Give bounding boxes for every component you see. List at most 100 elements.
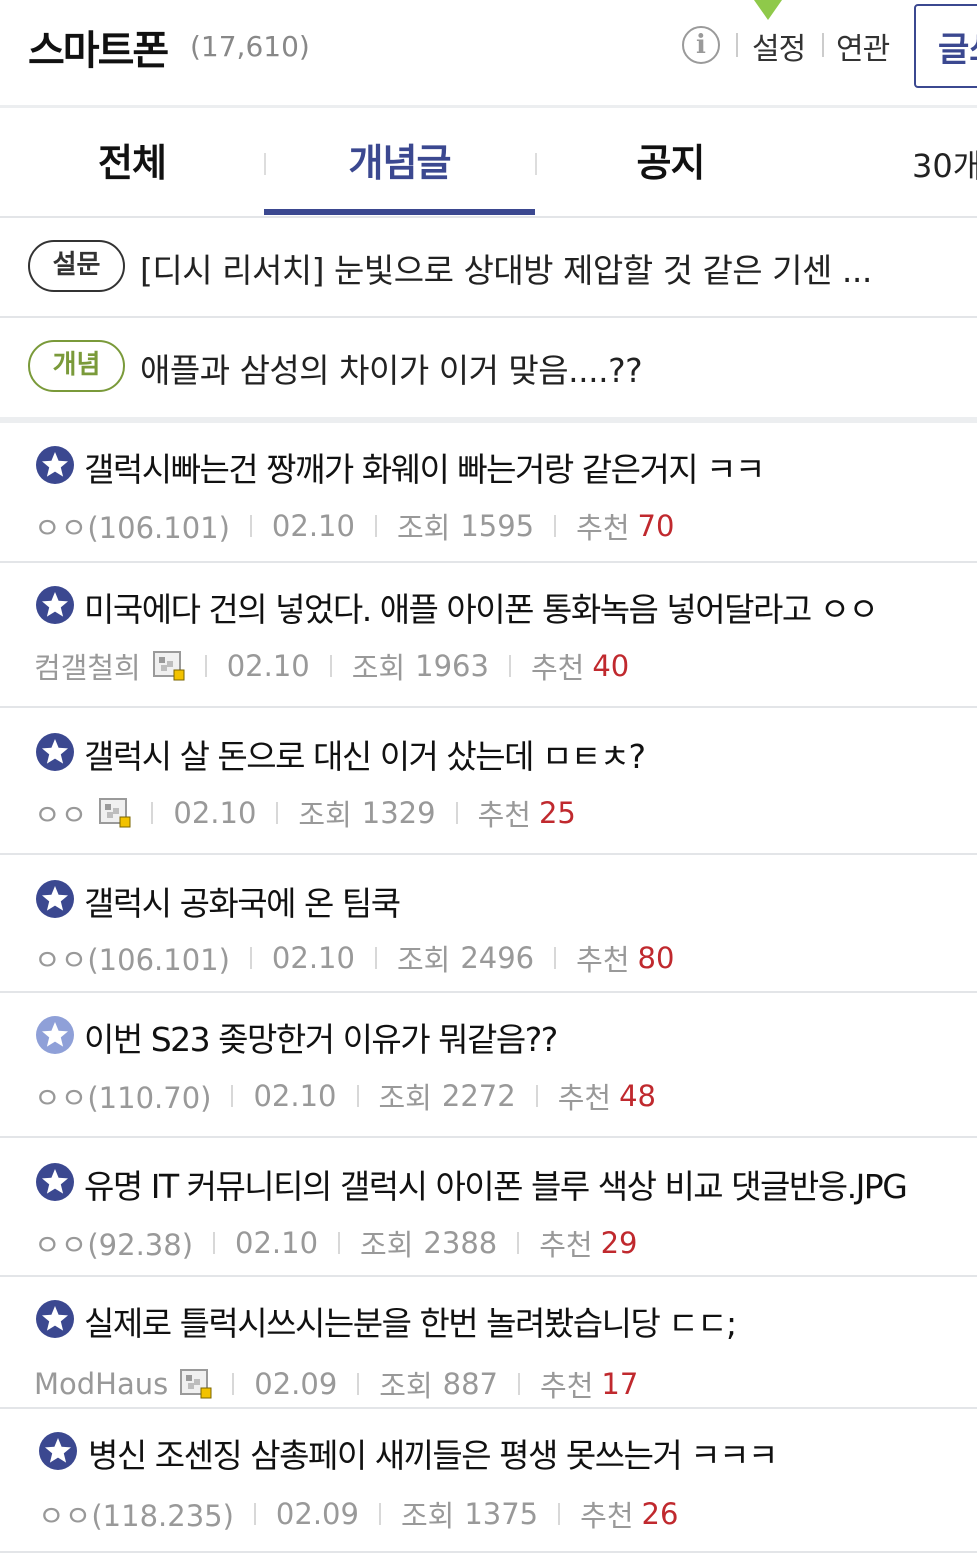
post-author[interactable]: ㅇㅇ(106.101) [34,937,230,979]
post-row[interactable]: 갤럭시 공화국에 온 팀쿡 ㅇㅇ(106.101) 02.10 조회 2496 추천 80 [0,855,977,993]
post-meta: ㅇㅇ 02.10 조회 1329 추천 25 [34,792,576,834]
views-label: 조회 [298,798,352,832]
write-button[interactable]: 글쓰 [914,4,977,88]
post-title[interactable]: 유명 IT 커뮤니티의 갤럭시 아이폰 블루 색상 비교 댓글반응.JPG [84,1160,908,1208]
divider [554,515,557,537]
divider [338,1232,341,1254]
divider [253,1503,256,1525]
notice-row[interactable]: 개념 애플과 삼성의 차이가 이거 맞음....?? [0,318,977,418]
views-label: 조회 [396,943,451,977]
tab-all[interactable]: 전체 [0,111,264,215]
concept-badge: 개념 [28,340,125,392]
post-author[interactable]: ㅇㅇ(110.70) [34,1075,211,1117]
divider [554,947,557,969]
post-title[interactable]: 갤럭시 공화국에 온 팀쿡 [84,877,401,925]
star-icon [35,732,75,772]
post-title[interactable]: 갤럭시빠는건 짱깨가 화웨이 빠는거랑 같은거지 ㅋㅋ [84,443,765,491]
gallery-title[interactable]: 스마트폰 [28,18,169,76]
recommend-count: 40 [592,649,630,683]
divider [232,1373,235,1395]
settings-link[interactable]: 설정 [752,24,806,68]
divider [455,802,458,824]
views-label: 조회 [360,1228,414,1262]
post-row[interactable]: 갤럭시 살 돈으로 대신 이거 샀는데 ㅁㅌㅊ? ㅇㅇ 02.10 조회 1329 추천 2… [0,708,977,855]
post-title[interactable]: 이번 S23 좆망한거 이유가 뭐같음?? [84,1013,558,1061]
post-date: 02.10 [235,1226,319,1260]
post-row[interactable]: 실제로 틀럭시쓰시는분을 한번 놀려봤습니당 ㄷㄷ; ModHaus 02.09 조회… [0,1277,977,1409]
gallog-icon[interactable] [180,1369,212,1399]
post-meta: ㅇㅇ(110.70) 02.10 조회 2272 추천 48 [34,1075,656,1117]
post-row[interactable]: 이번 S23 좆망한거 이유가 뭐같음?? ㅇㅇ(110.70) 02.10 조회 22… [0,993,977,1138]
post-row[interactable]: 병신 조센징 삼총페이 새끼들은 평생 못쓰는거 ㅋㅋㅋㅇㅇ(118.235) 0… [0,1409,977,1553]
post-row[interactable]: 유명 IT 커뮤니티의 갤럭시 아이폰 블루 색상 비교 댓글반응.JPG ㅇㅇ(… [0,1138,977,1277]
divider [249,515,252,537]
post-title[interactable]: 미국에다 건의 넣었다. 애플 아이폰 통화녹음 넣어달라고 ㅇㅇ [84,583,879,631]
recommend-label: 추천 [576,943,630,977]
recommend-label: 추천 [576,511,630,545]
gallog-icon[interactable] [152,651,185,681]
star-icon [35,1162,75,1202]
recommend-count: 17 [601,1367,639,1401]
views-count: 887 [442,1367,499,1401]
post-author[interactable]: ModHaus [34,1367,168,1401]
recommend-count: 80 [637,941,675,975]
post-row[interactable]: 미국에다 건의 넣었다. 애플 아이폰 통화녹음 넣어달라고 ㅇㅇ 컴갤철희 02.… [0,563,977,708]
post-author[interactable]: ㅇㅇ(92.38) [34,1222,193,1264]
active-tab-indicator [264,209,535,215]
post-author[interactable]: 컴갤철희 [34,645,141,687]
post-row[interactable]: 갤럭시빠는건 짱깨가 화웨이 빠는거랑 같은거지 ㅋㅋㅇㅇ(106.101) 02… [0,423,977,563]
post-meta: ㅇㅇ(92.38) 02.10 조회 2388 추천 29 [34,1222,638,1264]
divider [356,1085,359,1107]
views-count: 2496 [460,941,535,975]
recommend-label: 추천 [539,1228,593,1262]
views-label: 조회 [396,511,451,545]
post-author[interactable]: ㅇㅇ [34,792,87,834]
notice-title[interactable]: [디시 리서치] 눈빛으로 상대방 제압할 것 같은 기센 ... [140,244,872,292]
gallog-icon[interactable] [99,798,131,828]
post-date: 02.10 [226,649,310,683]
recommend-label: 추천 [557,1081,612,1115]
post-author[interactable]: ㅇㅇ(106.101) [34,505,230,547]
post-date: 02.09 [254,1367,338,1401]
divider [378,1503,381,1525]
views-count: 1963 [415,649,489,683]
post-count: (17,610) [190,30,310,63]
divider [374,947,377,969]
notice-title[interactable]: 애플과 삼성의 차이가 이거 맞음....?? [140,344,643,392]
post-title[interactable]: 병신 조센징 삼총페이 새끼들은 평생 못쓰는거 ㅋㅋㅋ [88,1429,778,1477]
info-icon[interactable]: i [682,26,720,64]
divider [518,1373,521,1395]
post-title[interactable]: 갤럭시 살 돈으로 대신 이거 샀는데 ㅁㅌㅊ? [84,730,646,778]
divider [276,802,279,824]
notice-row[interactable]: 설문 [디시 리서치] 눈빛으로 상대방 제압할 것 같은 기센 ... [0,218,977,318]
tab-notice[interactable]: 공지 [535,111,806,215]
per-page-select[interactable]: 30개 [912,141,977,187]
post-date: 02.10 [271,941,355,975]
recommend-label: 추천 [540,1369,594,1403]
divider [822,33,824,57]
recommend-label: 추천 [530,651,585,685]
star-icon [35,879,75,919]
divider [231,1085,234,1107]
gallery-header: 스마트폰 (17,610) i 설정 연관 글쓰 [0,0,977,108]
post-meta: ㅇㅇ(106.101) 02.10 조회 2496 추천 80 [34,937,674,979]
post-date: 02.10 [271,509,355,543]
tab-bar: 전체 개념글 공지 30개 [0,111,977,218]
post-title[interactable]: 실제로 틀럭시쓰시는분을 한번 놀려봤습니당 ㄷㄷ; [84,1297,737,1345]
star-icon [35,1299,75,1339]
post-meta: ㅇㅇ(106.101) 02.10 조회 1595 추천 70 [34,505,674,547]
divider [374,515,377,537]
divider [357,1373,360,1395]
post-meta: 컴갤철희 02.10 조회 1963 추천 40 [34,645,629,687]
indicator-triangle-icon [754,0,782,20]
divider [151,802,154,824]
views-label: 조회 [379,1369,433,1403]
post-meta: ㅇㅇ(118.235) 02.09 조회 1375 추천 26 [38,1493,678,1535]
divider [535,1085,538,1107]
post-author[interactable]: ㅇㅇ(118.235) [38,1493,234,1535]
divider [508,655,511,677]
recommend-count: 25 [538,796,576,830]
related-link[interactable]: 연관 [836,24,890,68]
tab-concept[interactable]: 개념글 [264,111,535,215]
post-date: 02.10 [253,1079,337,1113]
